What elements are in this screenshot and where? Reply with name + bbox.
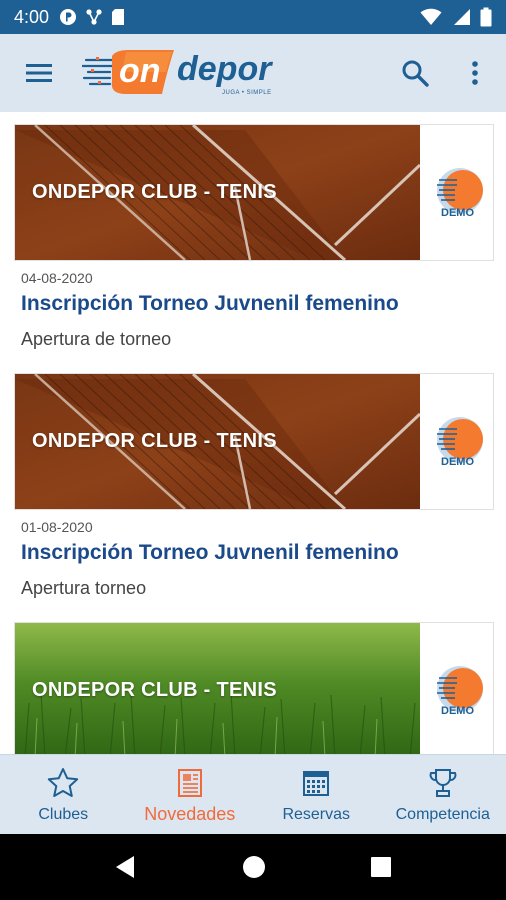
club-logo: DEMO — [433, 666, 487, 720]
signal-icon — [454, 9, 470, 25]
card-title[interactable]: Inscripción Torneo Juvnenil femenino — [21, 541, 494, 565]
status-system-icons — [420, 7, 492, 27]
nav-item-clubes[interactable]: Clubes — [0, 755, 127, 834]
home-button[interactable] — [241, 854, 267, 880]
card-date: 01-08-2020 — [21, 519, 93, 535]
card-banner-title: ONDEPOR CLUB - TENIS — [32, 181, 277, 203]
search-button[interactable] — [398, 56, 432, 90]
nav-label-clubes: Clubes — [38, 806, 89, 823]
newspaper-icon — [177, 769, 202, 797]
card-banner-title: ONDEPOR CLUB - TENIS — [32, 679, 277, 701]
card-media: ONDEPOR CLUB - TENIS DEMO — [14, 124, 494, 261]
nav-item-competencia[interactable]: Competencia — [380, 755, 506, 834]
recents-icon — [371, 857, 391, 877]
back-button[interactable] — [112, 854, 138, 880]
news-card[interactable]: ONDEPOR CLUB - TENIS DEMO 04-08-2020 Ins… — [14, 124, 494, 373]
nav-label-competencia: Competencia — [395, 806, 490, 823]
card-media: ONDEPOR CLUB - TENIS DEMO — [14, 622, 494, 754]
card-subtitle: Apertura torneo — [21, 578, 147, 598]
club-logo: DEMO — [433, 168, 487, 222]
nav-item-novedades[interactable]: Novedades — [127, 755, 254, 834]
logo-tagline: JUGA • SIMPLE — [222, 90, 272, 96]
logo-suffix: depor — [177, 50, 272, 88]
app-bar: on depor JUGA • SIMPLE — [0, 34, 506, 112]
card-banner-title: ONDEPOR CLUB - TENIS — [32, 430, 277, 452]
card-subtitle: Apertura de torneo — [21, 329, 172, 349]
home-icon — [243, 856, 265, 878]
share-nodes-icon — [86, 9, 102, 25]
status-bar: 4:00 — [0, 0, 506, 34]
star-icon — [48, 768, 79, 797]
search-icon — [402, 60, 429, 87]
status-notification-icons — [59, 8, 125, 26]
logo-prefix: on — [119, 52, 161, 90]
news-feed[interactable]: ONDEPOR CLUB - TENIS DEMO 04-08-2020 Ins… — [0, 112, 506, 754]
club-logo-label: DEMO — [441, 705, 474, 717]
trophy-icon — [429, 769, 457, 797]
card-date: 04-08-2020 — [21, 270, 93, 286]
menu-button[interactable] — [22, 58, 58, 88]
notification-p-icon — [60, 9, 77, 25]
status-time: 4:00 — [14, 6, 50, 27]
battery-icon — [480, 7, 492, 27]
more-vert-icon — [472, 61, 478, 85]
more-options-button[interactable] — [462, 56, 488, 90]
app-screen: 4:00 on depor JUGA • SIMPLE ONDEPOR CLUB… — [0, 0, 506, 900]
news-card[interactable]: ONDEPOR CLUB - TENIS DEMO — [14, 622, 494, 754]
card-media: ONDEPOR CLUB - TENIS DEMO — [14, 373, 494, 510]
sd-card-icon — [112, 9, 125, 25]
club-logo-label: DEMO — [441, 207, 474, 219]
back-icon — [116, 856, 134, 878]
club-logo: DEMO — [433, 417, 487, 471]
card-banner: ONDEPOR CLUB - TENIS — [15, 125, 420, 260]
nav-label-reservas: Reservas — [282, 806, 351, 823]
card-title[interactable]: Inscripción Torneo Juvnenil femenino — [21, 292, 494, 316]
ondepor-logo: on depor JUGA • SIMPLE — [80, 46, 282, 102]
card-banner: ONDEPOR CLUB - TENIS — [15, 623, 420, 754]
calendar-icon — [303, 771, 330, 796]
nav-label-novedades: Novedades — [144, 804, 236, 824]
bottom-navigation: Clubes Novedades Reservas Competencia — [0, 754, 506, 834]
recents-button[interactable] — [368, 854, 394, 880]
menu-icon — [26, 64, 52, 82]
news-card[interactable]: ONDEPOR CLUB - TENIS DEMO 01-08-2020 Ins… — [14, 373, 494, 622]
card-banner: ONDEPOR CLUB - TENIS — [15, 374, 420, 509]
club-logo-label: DEMO — [441, 456, 474, 468]
system-navigation-bar — [0, 834, 506, 900]
wifi-icon — [420, 8, 442, 25]
nav-item-reservas[interactable]: Reservas — [253, 755, 380, 834]
